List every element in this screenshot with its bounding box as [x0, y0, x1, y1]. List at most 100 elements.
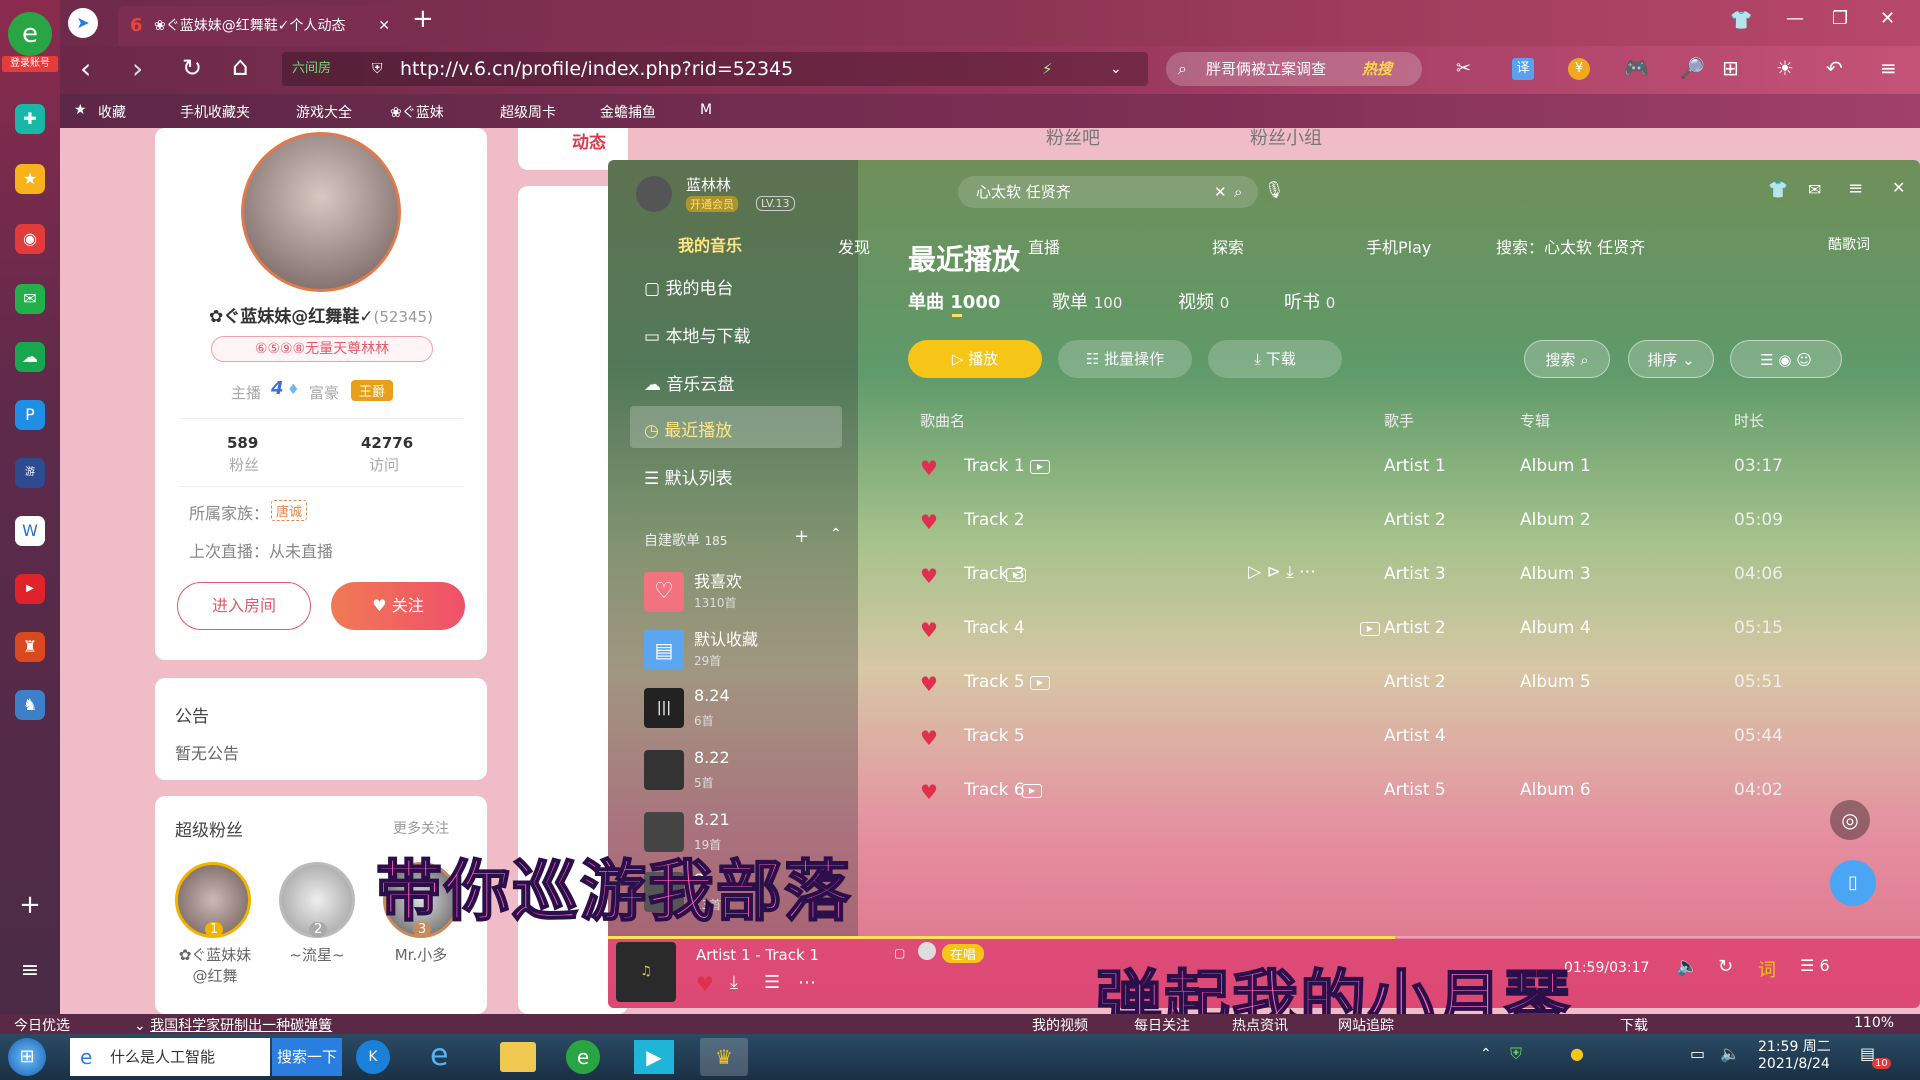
view-toggle[interactable]: ☰ ◉ ☺	[1730, 340, 1842, 378]
table-row[interactable]: ♥ Track 5 Artist 4 05:44	[908, 710, 1898, 764]
volume-icon[interactable]: 🔈	[1676, 956, 1698, 977]
vip-badge[interactable]: 开通会员	[686, 196, 738, 212]
my-video-link[interactable]: 我的视频	[1032, 1015, 1088, 1035]
playlist-name[interactable]: 8.21	[694, 810, 730, 829]
table-row[interactable]: ♥ Track 5 ▶ Artist 2 Album 5 05:51	[908, 656, 1898, 710]
nav-search-result[interactable]: 搜索：心太软 任贤齐	[1496, 234, 1645, 258]
news-ticker[interactable]: ⌄ 我国科学家研制出一种碳弹簧	[134, 1015, 332, 1035]
download-button[interactable]: ⤓ 下载	[1208, 340, 1342, 378]
heart-icon[interactable]: ♥	[920, 510, 938, 534]
table-row[interactable]: ♥ Track 1 ▶ Artist 1 Album 1 03:17	[908, 440, 1898, 494]
locate-icon[interactable]: ◎	[1830, 800, 1870, 840]
side-local-download[interactable]: ▭ 本地与下载	[644, 322, 750, 347]
minimize-button[interactable]: —	[1786, 8, 1804, 29]
heart-icon[interactable]: ♥	[920, 564, 938, 588]
bookmark-item[interactable]: M	[700, 102, 712, 118]
queue-button[interactable]: ☰ 6	[1800, 956, 1830, 975]
singing-badge[interactable]: 在唱	[942, 944, 985, 963]
cloud-icon[interactable]: ☁	[15, 342, 45, 372]
taskbar-search-button[interactable]: 搜索一下	[272, 1038, 342, 1076]
tray-app-icon[interactable]: ●	[1570, 1044, 1584, 1063]
enter-room-button[interactable]: 进入房间	[177, 582, 311, 630]
playlist-cover[interactable]	[644, 750, 684, 790]
tray-shield-icon[interactable]: ⛨	[1510, 1044, 1522, 1064]
side-my-radio[interactable]: ▢ 我的电台	[644, 274, 733, 299]
folder-icon[interactable]	[500, 1042, 536, 1072]
clock-date[interactable]: 2021/8/24	[1758, 1056, 1830, 1072]
forward-button[interactable]: ›	[132, 52, 143, 85]
daily-follow-link[interactable]: 每日关注	[1134, 1015, 1190, 1035]
k-app-icon[interactable]: K	[356, 1040, 390, 1074]
song-album[interactable]: Album 6	[1520, 780, 1591, 800]
restore-button[interactable]: ❐	[1832, 8, 1848, 29]
heart-icon[interactable]: ♥	[920, 780, 938, 804]
download-link[interactable]: 下载	[1620, 1015, 1648, 1035]
back-button[interactable]: ‹	[80, 52, 91, 85]
add-playlist-icon[interactable]: +	[794, 526, 809, 547]
family-badge[interactable]: 唐诚	[271, 500, 308, 521]
song-artist[interactable]: Artist 4	[1384, 726, 1446, 746]
send-icon[interactable]: ➤	[68, 8, 98, 38]
fan-group-tab[interactable]: 粉丝小组	[1250, 124, 1322, 150]
microphone-icon[interactable]: 🎙	[1264, 180, 1284, 199]
browser-logo-icon[interactable]: e	[8, 12, 52, 56]
refresh-button[interactable]: ↻	[182, 54, 202, 82]
360-browser-icon[interactable]: e	[566, 1040, 600, 1074]
bookmark-item[interactable]: 金蟾捕鱼	[600, 102, 656, 122]
more-follow-link[interactable]: 更多关注	[393, 818, 449, 838]
collect-playlist-icon[interactable]: ▤	[644, 630, 684, 670]
lyrics-button[interactable]: 词	[1758, 956, 1776, 982]
ie-taskbar-icon[interactable]: e	[430, 1038, 448, 1073]
nav-mobile-play[interactable]: 手机Play	[1366, 234, 1431, 258]
list-search-button[interactable]: 搜索 ⌕	[1524, 340, 1610, 378]
avatar[interactable]	[241, 132, 401, 292]
heart-playlist-icon[interactable]: ♡	[644, 572, 684, 612]
table-row[interactable]: ♥ Track 2 Artist 2 Album 2 05:09	[908, 494, 1898, 548]
game-taskbar-icon[interactable]: ♛	[700, 1038, 748, 1076]
download-icon[interactable]: ⤓	[730, 972, 738, 993]
daily-picks[interactable]: 今日优选	[14, 1015, 70, 1035]
bookmark-item[interactable]: 手机收藏夹	[180, 102, 250, 122]
fan-bar-tab[interactable]: 粉丝吧	[1046, 124, 1100, 150]
menu-icon[interactable]: ≡	[1880, 56, 1897, 80]
mv-icon[interactable]: ▶	[1022, 784, 1042, 798]
table-row[interactable]: ♥ Track 6 ▶ Artist 5 Album 6 04:02	[908, 764, 1898, 818]
mv-icon[interactable]: ▶	[1006, 568, 1026, 582]
song-artist[interactable]: Artist 3	[1384, 564, 1446, 584]
tab-songs[interactable]: 单曲 1000	[908, 288, 1000, 314]
tray-volume-icon[interactable]: 🔈	[1720, 1044, 1740, 1063]
user-avatar[interactable]	[636, 176, 672, 212]
repeat-icon[interactable]: ↻	[1718, 956, 1733, 977]
song-artist[interactable]: Artist 5	[1384, 780, 1446, 800]
game-icon[interactable]: 游	[15, 458, 45, 488]
taskbar-search-input[interactable]: e 什么是人工智能	[70, 1038, 270, 1076]
mv-icon[interactable]: ▶	[1030, 460, 1050, 474]
nav-discover[interactable]: 发现	[838, 234, 870, 258]
player-menu-icon[interactable]: ≡	[1848, 178, 1863, 199]
nav-explore[interactable]: 探索	[1212, 234, 1244, 258]
like-icon[interactable]: ♥	[696, 972, 714, 996]
login-button[interactable]: 登录账号	[2, 56, 58, 72]
app-icon-1[interactable]: ✚	[15, 104, 45, 134]
magnifier-icon[interactable]: 🔎	[1680, 56, 1705, 80]
song-album[interactable]: Album 5	[1520, 672, 1591, 692]
playlist-name[interactable]: 8.22	[694, 748, 730, 767]
nav-live[interactable]: 直播	[1028, 234, 1060, 258]
tab-playlists[interactable]: 歌单 100	[1052, 288, 1122, 314]
playlist-name[interactable]: 我喜欢	[694, 568, 742, 592]
plus-icon[interactable]: +	[15, 890, 45, 920]
sort-button[interactable]: 排序 ⌄	[1628, 340, 1714, 378]
player-close-icon[interactable]: ✕	[1892, 178, 1905, 197]
address-bar[interactable]: 六间房 ⛨ http://v.6.cn/profile/index.php?ri…	[282, 52, 1148, 86]
close-button[interactable]: ✕	[1880, 8, 1895, 29]
song-album[interactable]: Album 2	[1520, 510, 1591, 530]
translate-icon[interactable]: 译	[1512, 58, 1534, 80]
mail-icon[interactable]: ✉	[15, 284, 45, 314]
skin-icon[interactable]: 👕	[1768, 180, 1788, 199]
bookmark-item[interactable]: 游戏大全	[296, 102, 352, 122]
coin-icon[interactable]: ¥	[1568, 58, 1590, 80]
mv-icon[interactable]: ▶	[1360, 622, 1380, 636]
scissors-icon[interactable]: ✂	[1456, 58, 1471, 79]
comment-icon[interactable]: ☰	[764, 972, 780, 993]
follow-button[interactable]: ♥ 关注	[331, 582, 465, 630]
